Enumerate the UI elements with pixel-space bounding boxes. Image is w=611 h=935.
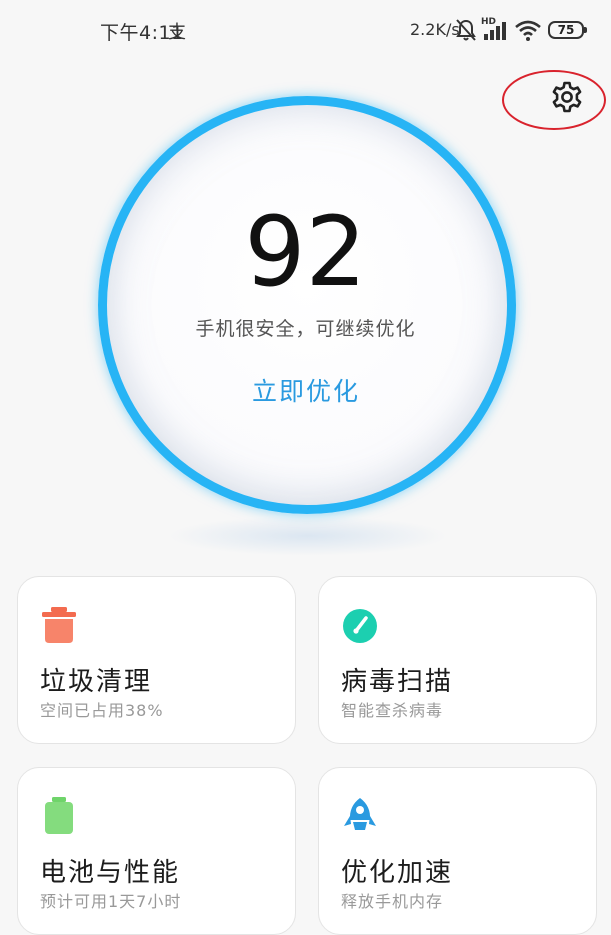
mute-bell-icon xyxy=(456,19,476,41)
card-title: 病毒扫描 xyxy=(341,667,454,697)
status-bar: 下午4:11 支 2.2K/s HD 75 xyxy=(0,0,611,60)
battery-icon xyxy=(45,797,73,834)
battery-level: 75 xyxy=(557,23,575,37)
battery-tip xyxy=(584,27,587,33)
settings-button[interactable] xyxy=(548,78,586,116)
network-speed: 2.2K/s xyxy=(410,20,460,39)
card-speed-up[interactable]: 优化加速 释放手机内存 xyxy=(318,767,597,935)
score-description: 手机很安全，可继续优化 xyxy=(195,318,416,340)
card-virus-scan[interactable]: 病毒扫描 智能查杀病毒 xyxy=(318,576,597,744)
shield-scan-icon xyxy=(343,609,377,643)
rocket-icon xyxy=(344,798,376,830)
wifi-icon xyxy=(515,20,541,41)
card-title: 垃圾清理 xyxy=(40,667,153,697)
trash-icon xyxy=(42,607,76,643)
card-garbage-cleanup[interactable]: 垃圾清理 空间已占用38% xyxy=(17,576,296,744)
card-subtitle: 释放手机内存 xyxy=(341,892,444,911)
alipay-icon: 支 xyxy=(168,22,186,43)
ring-shadow xyxy=(168,516,448,556)
security-score: 92 xyxy=(244,196,367,308)
gear-icon xyxy=(552,81,582,113)
card-title: 优化加速 xyxy=(341,858,454,888)
card-subtitle: 空间已占用38% xyxy=(40,701,164,720)
card-subtitle: 预计可用1天7小时 xyxy=(40,892,182,911)
card-title: 电池与性能 xyxy=(40,858,181,888)
battery-icon: 75 xyxy=(548,21,584,39)
optimize-now-button[interactable]: 立即优化 xyxy=(236,372,376,412)
signal-icon xyxy=(484,22,506,40)
card-battery-performance[interactable]: 电池与性能 预计可用1天7小时 xyxy=(17,767,296,935)
card-subtitle: 智能查杀病毒 xyxy=(341,701,444,720)
